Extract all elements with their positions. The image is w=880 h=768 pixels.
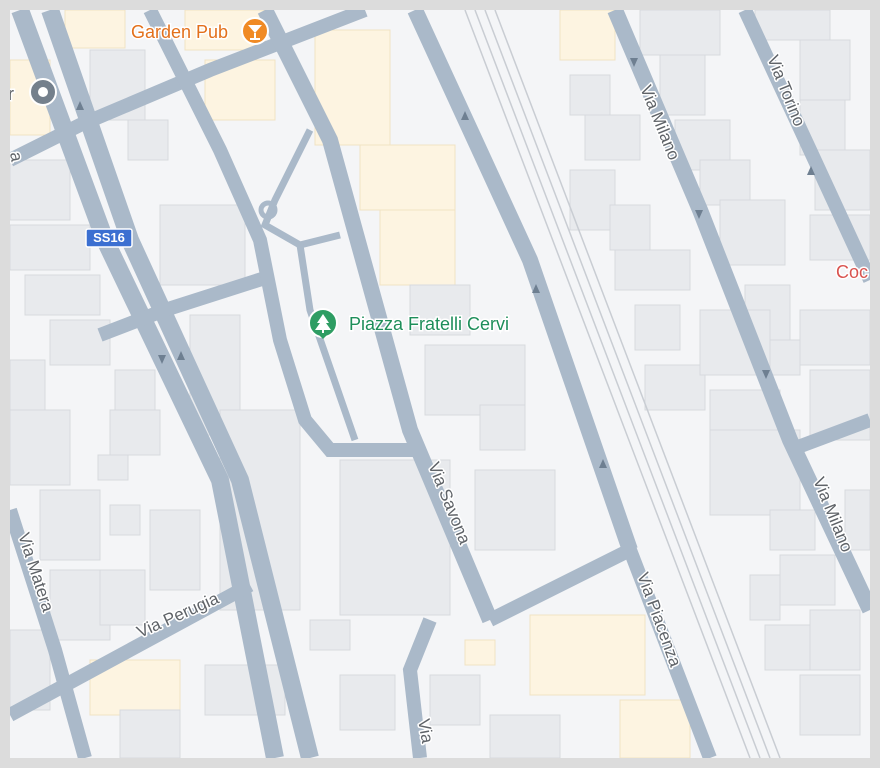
- place-pin-icon: [29, 78, 57, 106]
- poi-piazza-fratelli-cervi[interactable]: Piazza Fratelli Cervi: [308, 308, 511, 339]
- garden-pub-label: Garden Pub: [131, 22, 228, 42]
- ss16-shield[interactable]: SS16: [85, 228, 133, 248]
- poi-garden-pub[interactable]: Garden Pub: [130, 17, 269, 45]
- cocktail-icon: [241, 17, 269, 45]
- partial-right-label: Coc: [836, 262, 868, 282]
- piazza-label: Piazza Fratelli Cervi: [349, 314, 509, 334]
- partial-left-label: ir: [10, 84, 14, 104]
- ss16-shield-label: SS16: [93, 230, 125, 245]
- map-frame[interactable]: Via Milano Via Torino Via Milano Via Sav…: [10, 10, 870, 758]
- map-canvas[interactable]: Via Milano Via Torino Via Milano Via Sav…: [10, 10, 870, 758]
- tree-icon: [308, 308, 338, 339]
